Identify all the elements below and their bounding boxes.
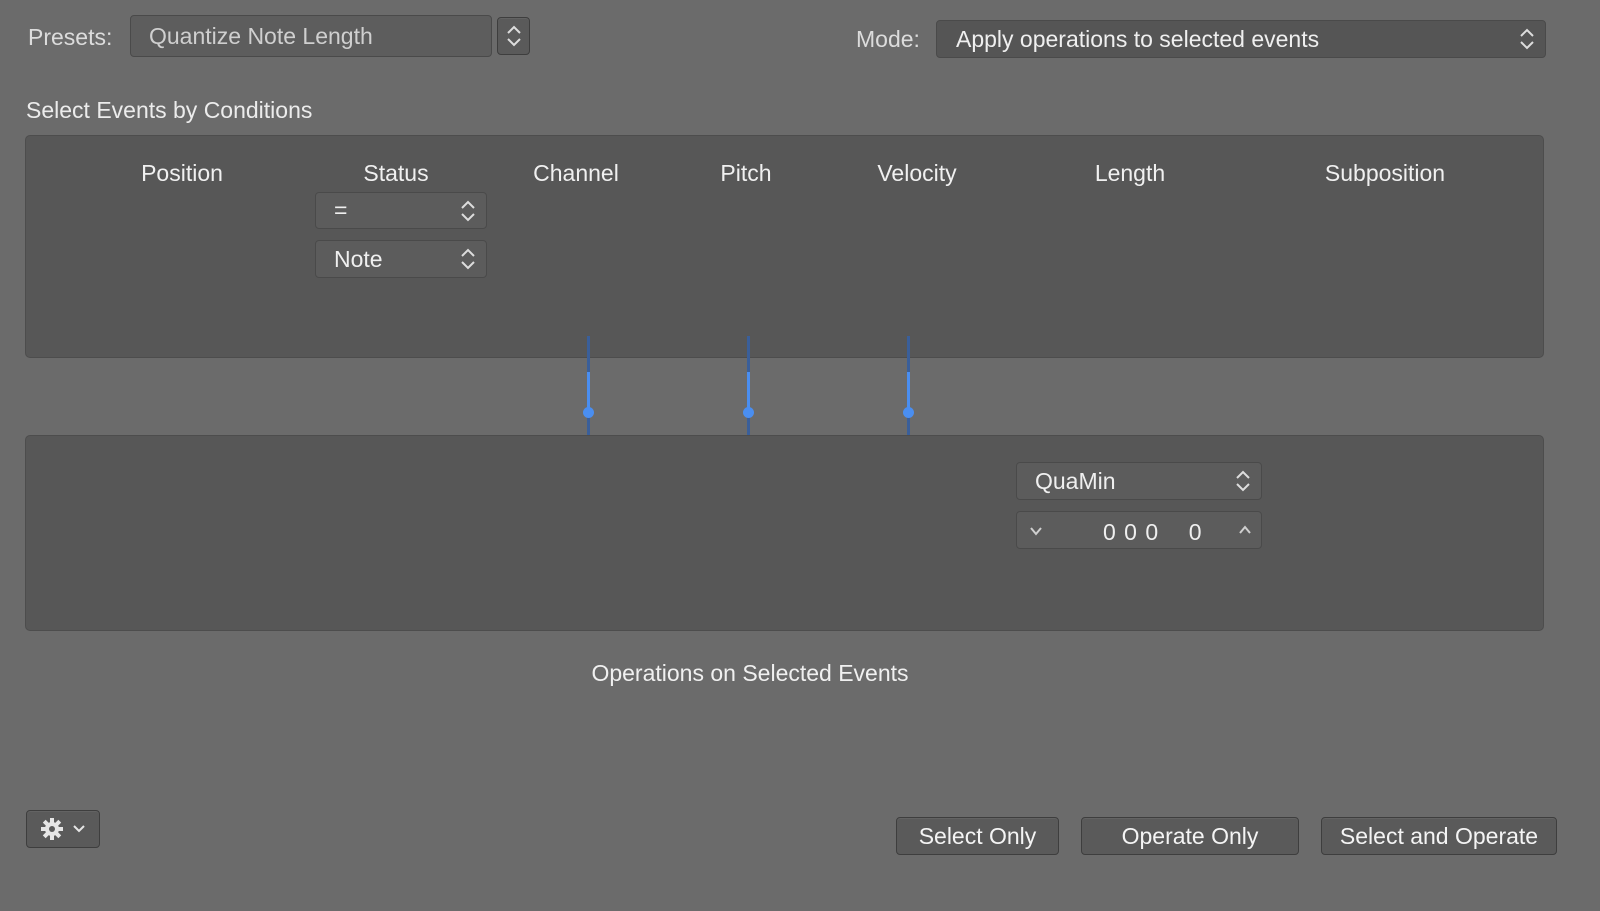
operations-title: Operations on Selected Events [591,660,909,686]
operations-panel [25,435,1544,631]
status-operator-select[interactable]: = [315,192,487,229]
mode-label: Mode: [856,26,920,52]
preset-field[interactable]: Quantize Note Length [130,15,492,57]
column-position: Position [141,160,223,186]
conditions-title: Select Events by Conditions [26,97,313,123]
gear-menu-button[interactable] [26,810,100,848]
chevron-up-icon[interactable] [1238,524,1252,536]
column-length: Length [1094,160,1166,186]
select-only-button[interactable]: Select Only [896,817,1059,855]
column-channel: Channel [533,160,619,186]
preset-stepper-button[interactable] [497,17,530,55]
mode-select[interactable]: Apply operations to selected events [936,20,1546,58]
length-operation-value: QuaMin [1035,467,1116,494]
mode-value: Apply operations to selected events [956,25,1320,52]
status-type-select[interactable]: Note [315,240,487,278]
status-operator-value: = [334,197,348,223]
chevron-down-icon[interactable] [1029,525,1043,537]
operate-only-button[interactable]: Operate Only [1081,817,1299,855]
gear-icon [41,818,63,840]
up-down-stepper-icon [461,200,475,221]
length-value-field[interactable]: 0 0 0 0 [1016,511,1262,549]
up-down-stepper-icon [1520,28,1534,50]
column-pitch: Pitch [720,160,772,186]
column-velocity: Velocity [877,160,957,186]
select-and-operate-button[interactable]: Select and Operate [1321,817,1557,855]
chevron-down-icon [73,825,85,833]
status-type-value: Note [334,245,383,272]
column-subposition: Subposition [1324,160,1446,186]
up-down-stepper-icon [1236,470,1250,492]
preset-value: Quantize Note Length [149,22,373,49]
column-status: Status [363,160,429,186]
length-value[interactable]: 0 0 0 0 [1103,519,1203,546]
length-operation-select[interactable]: QuaMin [1016,462,1262,500]
presets-label: Presets: [28,24,113,50]
up-down-stepper-icon [506,25,521,47]
up-down-stepper-icon [461,248,475,270]
